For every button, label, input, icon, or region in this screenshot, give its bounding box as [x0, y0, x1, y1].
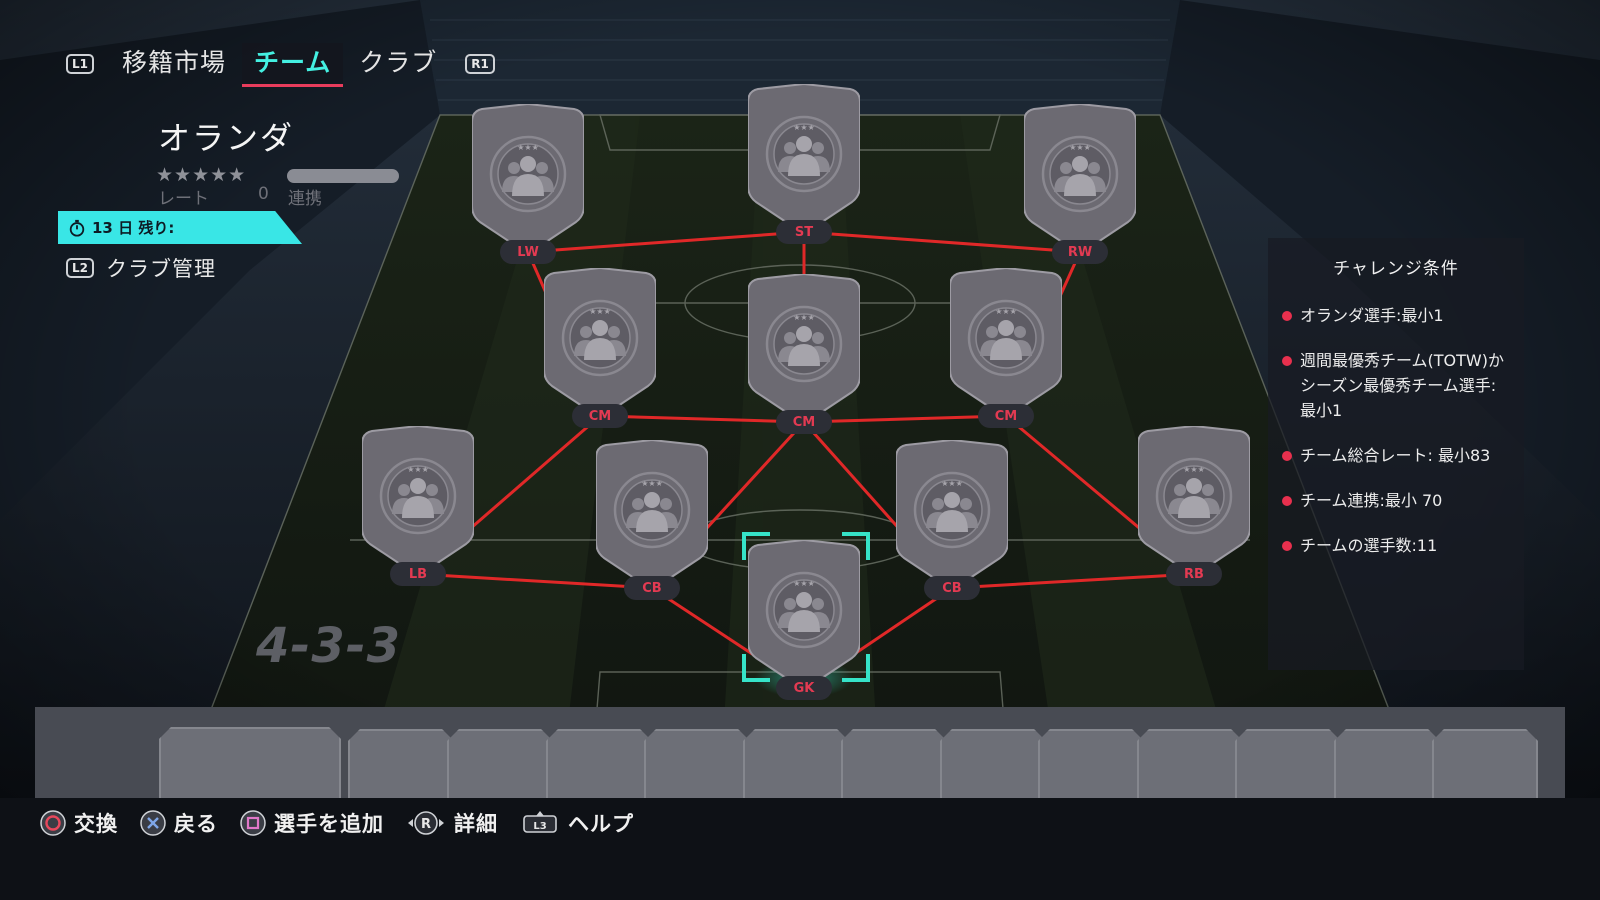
swap-hint[interactable]: 交換: [40, 808, 118, 838]
svg-text:★★★: ★★★: [1069, 143, 1091, 152]
position-label: CB: [624, 576, 680, 600]
button-hints: 交換 戻る 選手を追加 R 詳細 L3 ヘルプ: [40, 808, 656, 838]
svg-text:★★★: ★★★: [793, 579, 815, 588]
bullet-icon: [1282, 496, 1292, 506]
empty-player-card: ★★★: [1138, 426, 1250, 578]
bench-slot[interactable]: [546, 729, 652, 800]
challenge-list: オランダ選手:最小1 週間最優秀チーム(TOTW)か シーズン最優秀チーム選手:…: [1268, 303, 1524, 558]
empty-squad-icon: ★★★: [489, 135, 567, 213]
player-slot-rw[interactable]: ★★★ RW: [1024, 104, 1136, 264]
empty-player-card: ★★★: [950, 268, 1062, 420]
bench-slot[interactable]: [743, 729, 849, 800]
bench-slot[interactable]: [841, 729, 947, 800]
challenge-item: チーム総合レート: 最小83: [1280, 443, 1512, 468]
challenge-item: チームの選手数:11: [1280, 533, 1512, 558]
bench-slot[interactable]: [447, 729, 553, 800]
selection-corner-top-right: [842, 532, 870, 560]
empty-player-card: ★★★: [596, 440, 708, 592]
position-label: CM: [776, 410, 832, 434]
svg-text:★★★: ★★★: [793, 313, 815, 322]
add-player-hint[interactable]: 選手を追加: [240, 808, 384, 838]
selection-corner-bottom-right: [842, 654, 870, 682]
player-slot-lcm[interactable]: ★★★ CM: [544, 268, 656, 428]
challenge-item: 週間最優秀チーム(TOTW)か シーズン最優秀チーム選手:最小1: [1280, 348, 1512, 423]
cross-button-icon: [140, 810, 166, 836]
empty-player-card: ★★★: [1024, 104, 1136, 256]
bench-slot[interactable]: [159, 727, 341, 800]
selection-corner-bottom-left: [742, 654, 770, 682]
bullet-icon: [1282, 356, 1292, 366]
position-label: GK: [776, 676, 832, 700]
player-slot-cm[interactable]: ★★★ CM: [748, 274, 860, 434]
back-hint[interactable]: 戻る: [140, 808, 218, 838]
player-slot-rcb[interactable]: ★★★ CB: [896, 440, 1008, 600]
circle-button-icon: [40, 810, 66, 836]
empty-squad-icon: ★★★: [1155, 457, 1233, 535]
empty-squad-icon: ★★★: [765, 115, 843, 193]
empty-squad-icon: ★★★: [379, 457, 457, 535]
player-slot-gk[interactable]: ★★★ GK: [742, 532, 870, 700]
player-slot-lb[interactable]: ★★★ LB: [362, 426, 474, 586]
svg-text:R: R: [421, 817, 431, 832]
position-label: RB: [1166, 562, 1222, 586]
touchpad-l3-icon: L3: [523, 811, 557, 833]
empty-squad-icon: ★★★: [561, 299, 639, 377]
position-label: CM: [978, 404, 1034, 428]
svg-text:★★★: ★★★: [407, 465, 429, 474]
svg-text:★★★: ★★★: [641, 479, 663, 488]
challenge-item: オランダ選手:最小1: [1280, 303, 1512, 328]
bench-slot[interactable]: [644, 729, 750, 800]
substitutes-bench: [35, 707, 1565, 800]
square-button-icon: [240, 810, 266, 836]
empty-squad-icon: ★★★: [613, 471, 691, 549]
selection-corner-top-left: [742, 532, 770, 560]
empty-player-card: ★★★: [748, 84, 860, 236]
empty-player-card: ★★★: [472, 104, 584, 256]
right-stick-icon: R: [408, 811, 444, 835]
svg-text:★★★: ★★★: [793, 123, 815, 132]
position-label: LB: [390, 562, 446, 586]
empty-squad-icon: ★★★: [967, 299, 1045, 377]
challenge-requirements-panel: チャレンジ条件 オランダ選手:最小1 週間最優秀チーム(TOTW)か シーズン最…: [1268, 238, 1524, 670]
bench-slot[interactable]: [1235, 729, 1341, 800]
position-label: CM: [572, 404, 628, 428]
empty-squad-icon: ★★★: [765, 571, 843, 649]
empty-player-card: ★★★: [544, 268, 656, 420]
position-label: RW: [1052, 240, 1108, 264]
empty-squad-icon: ★★★: [765, 305, 843, 383]
player-slot-rb[interactable]: ★★★ RB: [1138, 426, 1250, 586]
empty-squad-icon: ★★★: [913, 471, 991, 549]
empty-player-card: ★★★: [748, 274, 860, 426]
bench-slot[interactable]: [1137, 729, 1243, 800]
player-slot-st[interactable]: ★★★ ST: [748, 84, 860, 244]
svg-text:★★★: ★★★: [941, 479, 963, 488]
svg-text:★★★: ★★★: [1183, 465, 1205, 474]
bench-slot[interactable]: [1334, 729, 1440, 800]
bench-slot[interactable]: [348, 729, 454, 800]
help-hint[interactable]: L3 ヘルプ: [520, 808, 634, 838]
svg-text:★★★: ★★★: [517, 143, 539, 152]
svg-text:L3: L3: [533, 821, 546, 832]
position-label: CB: [924, 576, 980, 600]
empty-squad-icon: ★★★: [1041, 135, 1119, 213]
bench-slot[interactable]: [1038, 729, 1144, 800]
challenge-item: チーム連携:最小 70: [1280, 488, 1512, 513]
player-slot-lw[interactable]: ★★★ LW: [472, 104, 584, 264]
bullet-icon: [1282, 451, 1292, 461]
position-label: ST: [776, 220, 832, 244]
bullet-icon: [1282, 311, 1292, 321]
empty-player-card: ★★★: [362, 426, 474, 578]
position-label: LW: [500, 240, 556, 264]
bench-slot[interactable]: [1432, 729, 1538, 800]
player-slot-rcm[interactable]: ★★★ CM: [950, 268, 1062, 428]
svg-text:★★★: ★★★: [589, 307, 611, 316]
bench-slot[interactable]: [940, 729, 1046, 800]
bullet-icon: [1282, 541, 1292, 551]
svg-text:★★★: ★★★: [995, 307, 1017, 316]
empty-player-card: ★★★: [896, 440, 1008, 592]
player-slot-lcb[interactable]: ★★★ CB: [596, 440, 708, 600]
challenge-title: チャレンジ条件: [1333, 259, 1459, 279]
details-hint[interactable]: R 詳細: [406, 808, 498, 838]
